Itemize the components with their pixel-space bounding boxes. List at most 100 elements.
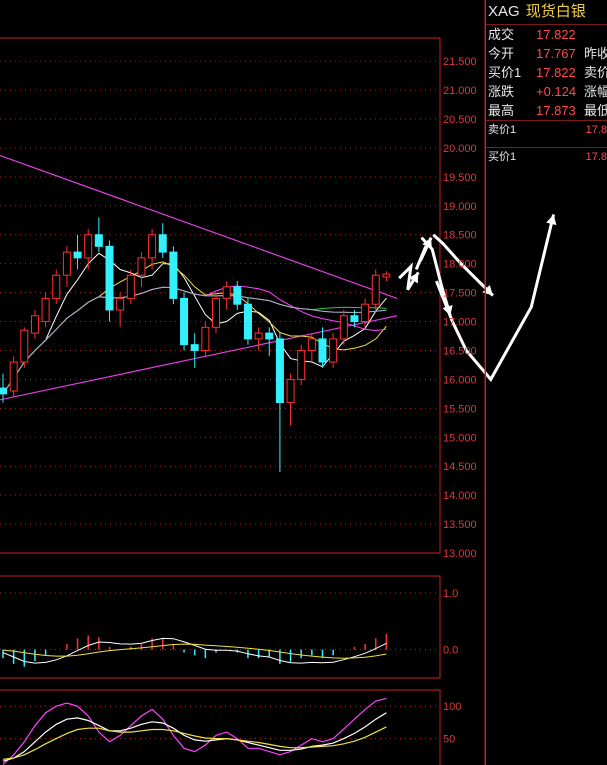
candle[interactable] <box>190 333 199 368</box>
candle-body <box>350 315 359 323</box>
candle-body <box>201 326 210 351</box>
candle-body <box>9 361 18 392</box>
quote-value: 17.822 <box>536 65 576 80</box>
price-tick-label: 13.500 <box>443 519 477 531</box>
candle-body <box>307 338 316 351</box>
kdj-tick-label: 50 <box>443 734 455 746</box>
bid-row: 买价1 17.8 <box>486 148 607 174</box>
candle[interactable] <box>212 292 220 334</box>
quote-row: 今开 17.767 昨收 <box>486 44 607 63</box>
candle[interactable] <box>275 333 284 472</box>
price-tick-label: 21.000 <box>443 85 477 97</box>
macd-tick-label: 1.0 <box>443 588 458 600</box>
ma10-line <box>2 261 387 395</box>
quote-label: 最高 <box>488 103 515 118</box>
quote-row: 涨跌 +0.124 涨幅 <box>486 82 607 101</box>
candle[interactable] <box>158 223 167 258</box>
candle-body <box>329 338 338 363</box>
ask-row: 卖价1 17.8 <box>486 121 607 147</box>
kdj-panel[interactable]: 100500 <box>0 689 461 765</box>
candle[interactable] <box>9 356 18 397</box>
candle[interactable] <box>41 292 50 328</box>
price-tick-label: 14.000 <box>443 490 477 502</box>
price-tick-label: 17.000 <box>443 317 477 329</box>
candle[interactable] <box>169 246 178 305</box>
price-tick-label: 15.500 <box>443 403 477 415</box>
quote-row: 成交 17.822 <box>486 25 607 44</box>
price-tick-label: 19.000 <box>443 201 477 213</box>
candle-body <box>286 378 295 404</box>
candle[interactable] <box>243 298 252 345</box>
candle[interactable] <box>286 373 295 426</box>
price-tick-label: 18.000 <box>443 259 477 271</box>
quote-label2: 卖价 <box>584 65 607 80</box>
quote-panel: XAG 现货白银 成交 17.822 今开 17.767 昨收 买价1 17.822 卖价 … <box>485 0 607 765</box>
ask-value: 17.8 <box>585 124 607 136</box>
candle[interactable] <box>307 333 316 363</box>
quote-value: 17.822 <box>536 27 576 42</box>
candle-body <box>62 251 71 276</box>
quote-label: 涨跌 <box>488 84 515 99</box>
candle-body <box>371 274 380 305</box>
candle-body <box>20 329 29 363</box>
candle-body <box>52 274 61 299</box>
candle[interactable] <box>371 269 380 310</box>
candle-body <box>148 234 157 259</box>
symbol-name: 现货白银 <box>525 3 586 20</box>
macd-panel-frame <box>0 575 441 679</box>
price-tick-label: 20.500 <box>443 114 477 126</box>
price-tick-label: 16.500 <box>443 345 477 357</box>
candle-body <box>169 251 178 299</box>
macd-panel[interactable]: 1.0 0.0 <box>0 575 458 679</box>
candle[interactable] <box>329 333 338 368</box>
candle[interactable] <box>254 327 263 351</box>
quote-header: XAG 现货白银 <box>486 0 607 25</box>
candle[interactable] <box>20 327 29 368</box>
candle-body <box>73 251 82 259</box>
kdj-tick-label: 100 <box>443 701 461 713</box>
candle-body <box>265 332 274 340</box>
price-tick-label: 15.000 <box>443 432 477 444</box>
candle[interactable] <box>62 246 71 287</box>
quote-value: 17.873 <box>536 103 576 118</box>
candle[interactable] <box>233 281 242 310</box>
candle-body <box>105 245 114 311</box>
candle-body <box>116 297 125 311</box>
candle-body <box>94 234 103 247</box>
candle-body <box>84 234 93 259</box>
quote-row: 买价1 17.822 卖价 <box>486 63 607 82</box>
price-tick-label: 17.500 <box>443 288 477 300</box>
candle-body <box>158 234 167 253</box>
candle-body <box>0 387 7 395</box>
candle-body <box>382 273 391 278</box>
candle[interactable] <box>297 344 306 386</box>
candle[interactable] <box>201 321 210 357</box>
candle[interactable] <box>30 309 39 339</box>
candle[interactable] <box>180 292 189 351</box>
candle[interactable] <box>137 252 146 287</box>
candle[interactable] <box>52 269 61 305</box>
candle[interactable] <box>73 234 82 270</box>
quote-value: +0.124 <box>536 84 577 99</box>
quote-label: 成交 <box>488 27 515 42</box>
price-tick-label: 18.500 <box>443 230 477 242</box>
bid-label: 买价1 <box>488 151 517 163</box>
candle-body <box>339 315 348 340</box>
quote-row: 最高 17.873 最低 <box>486 101 607 120</box>
quote-label2: 涨幅 <box>584 84 607 99</box>
quote-label: 买价1 <box>488 65 522 80</box>
candle[interactable] <box>222 281 231 310</box>
quote-label: 今开 <box>488 46 515 61</box>
candle[interactable] <box>105 240 114 322</box>
candle-body <box>212 297 220 328</box>
quote-rows: 成交 17.822 今开 17.767 昨收 买价1 17.822 卖价 涨跌 +0.124… <box>486 25 607 120</box>
candle-body <box>137 257 146 276</box>
bid-value: 17.8 <box>585 151 607 163</box>
candle[interactable] <box>382 271 391 282</box>
candle[interactable] <box>94 217 103 253</box>
price-tick-label: 19.500 <box>443 172 477 184</box>
candle-body <box>275 338 284 404</box>
candle-body <box>318 338 327 363</box>
candle[interactable] <box>318 327 327 368</box>
candles[interactable] <box>0 217 391 472</box>
